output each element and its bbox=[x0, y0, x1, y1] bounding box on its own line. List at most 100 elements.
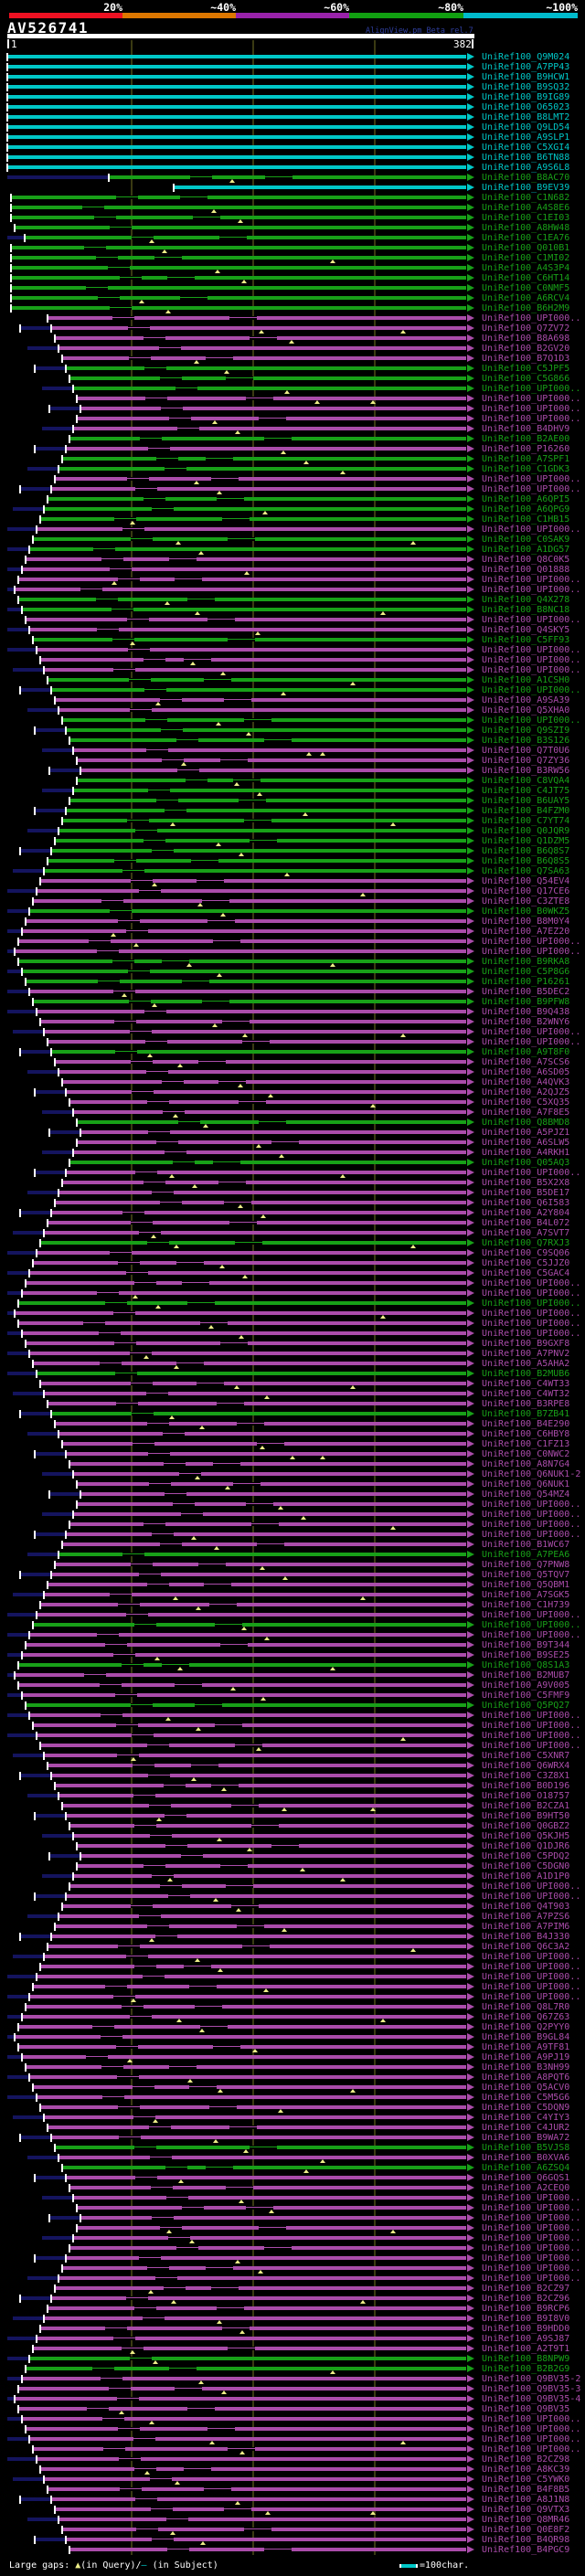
alignment-bar[interactable] bbox=[33, 1623, 466, 1627]
hit-label[interactable]: UniRef100_C0NMF5 bbox=[482, 283, 569, 293]
alignment-bar[interactable] bbox=[44, 1392, 466, 1395]
alignment-bar[interactable] bbox=[55, 1784, 466, 1787]
hit-label[interactable]: UniRef100_C1EA76 bbox=[482, 233, 569, 243]
hit-label[interactable]: UniRef100_A7SVT7 bbox=[482, 1228, 569, 1238]
hit-label[interactable]: UniRef100_B5DE17 bbox=[482, 1188, 569, 1198]
alignment-bar[interactable] bbox=[22, 608, 466, 611]
alignment-bar[interactable] bbox=[18, 2387, 466, 2390]
hit-label[interactable]: UniRef100_Q6GQS1 bbox=[482, 2173, 569, 2183]
alignment-bar[interactable] bbox=[37, 1010, 466, 1013]
alignment-bar[interactable] bbox=[73, 1150, 466, 1154]
hit-label[interactable]: UniRef100_B0WKZ5 bbox=[482, 906, 569, 917]
alignment-bar[interactable] bbox=[48, 678, 466, 682]
hit-label[interactable]: UniRef100_Q4T903 bbox=[482, 1902, 569, 1912]
hit-label[interactable]: UniRef100_A1DG57 bbox=[482, 545, 569, 555]
hit-label[interactable]: UniRef100_UPI000.. bbox=[482, 1027, 580, 1037]
hit-label[interactable]: UniRef100_C4JT75 bbox=[482, 786, 569, 796]
hit-label[interactable]: UniRef100_C5GAC4 bbox=[482, 1268, 569, 1278]
alignment-bar[interactable] bbox=[15, 2035, 466, 2039]
hit-label[interactable]: UniRef100_B2CZ98 bbox=[482, 2454, 569, 2465]
alignment-bar[interactable] bbox=[48, 1221, 466, 1224]
hit-label[interactable]: UniRef100_O65023 bbox=[482, 102, 569, 112]
alignment-bar[interactable] bbox=[37, 1975, 466, 1978]
alignment-bar[interactable] bbox=[37, 1613, 466, 1617]
hit-label[interactable]: UniRef100_A2T9T1 bbox=[482, 2344, 569, 2354]
hit-label[interactable]: UniRef100_B3RW56 bbox=[482, 766, 569, 776]
alignment-bar[interactable] bbox=[11, 246, 466, 249]
hit-label[interactable]: UniRef100_UPI000.. bbox=[482, 1037, 580, 1047]
alignment-bar[interactable] bbox=[80, 407, 466, 410]
alignment-bar[interactable] bbox=[33, 2085, 466, 2089]
hit-label[interactable]: UniRef100_B4FZM0 bbox=[482, 806, 569, 816]
hit-label[interactable]: UniRef100_Q6I583 bbox=[482, 1198, 569, 1208]
alignment-bar[interactable] bbox=[58, 467, 466, 471]
hit-label[interactable]: UniRef100_B9GXF8 bbox=[482, 1339, 569, 1349]
hit-label[interactable]: UniRef100_A6QPI5 bbox=[482, 494, 569, 504]
hit-label[interactable]: UniRef100_UPI000.. bbox=[482, 937, 580, 947]
hit-label[interactable]: UniRef100_A9T8F0 bbox=[482, 1047, 569, 1057]
alignment-bar[interactable] bbox=[51, 688, 466, 692]
alignment-bar[interactable] bbox=[80, 1130, 466, 1134]
alignment-bar[interactable] bbox=[44, 1231, 466, 1235]
alignment-bar[interactable] bbox=[48, 2306, 466, 2310]
alignment-bar[interactable] bbox=[69, 799, 466, 802]
alignment-bar[interactable] bbox=[22, 929, 466, 933]
alignment-bar[interactable] bbox=[7, 125, 466, 129]
hit-label[interactable]: UniRef100_A1D1P0 bbox=[482, 1871, 569, 1882]
hit-label[interactable]: UniRef100_B2AE00 bbox=[482, 434, 569, 444]
alignment-bar[interactable] bbox=[44, 1754, 466, 1757]
alignment-bar[interactable] bbox=[26, 919, 466, 923]
hit-label[interactable]: UniRef100_Q5PQ27 bbox=[482, 1701, 569, 1711]
hit-label[interactable]: UniRef100_B8LMT2 bbox=[482, 112, 569, 122]
alignment-bar[interactable] bbox=[55, 2507, 466, 2511]
alignment-bar[interactable] bbox=[58, 2276, 466, 2280]
alignment-bar[interactable] bbox=[73, 1512, 466, 1516]
hit-label[interactable]: UniRef100_B9HCW1 bbox=[482, 72, 569, 82]
hit-label[interactable]: UniRef100_B9IG89 bbox=[482, 92, 569, 102]
hit-label[interactable]: UniRef100_UPI000.. bbox=[482, 313, 580, 323]
alignment-bar[interactable] bbox=[48, 497, 466, 501]
alignment-bar[interactable] bbox=[69, 376, 466, 380]
alignment-bar[interactable] bbox=[29, 1995, 466, 1998]
hit-label[interactable]: UniRef100_B4L072 bbox=[482, 1218, 569, 1228]
alignment-bar[interactable] bbox=[73, 1874, 466, 1878]
alignment-bar[interactable] bbox=[62, 1181, 466, 1184]
hit-label[interactable]: UniRef100_B7Q1D3 bbox=[482, 354, 569, 364]
hit-label[interactable]: UniRef100_Q4SKY5 bbox=[482, 625, 569, 635]
hit-label[interactable]: UniRef100_Q9M024 bbox=[482, 52, 569, 62]
alignment-bar[interactable] bbox=[48, 1764, 466, 1767]
hit-label[interactable]: UniRef100_Q8C0K5 bbox=[482, 555, 569, 565]
hit-label[interactable]: UniRef100_C3Z8X1 bbox=[482, 1771, 569, 1781]
hit-label[interactable]: UniRef100_B6UAY5 bbox=[482, 796, 569, 806]
hit-label[interactable]: UniRef100_UPI000.. bbox=[482, 1309, 580, 1319]
alignment-bar[interactable] bbox=[33, 1723, 466, 1727]
alignment-bar[interactable] bbox=[66, 1814, 466, 1818]
alignment-bar[interactable] bbox=[58, 1070, 466, 1074]
hit-label[interactable]: UniRef100_UPI000.. bbox=[482, 2263, 580, 2274]
hit-label[interactable]: UniRef100_A4RKH1 bbox=[482, 1148, 569, 1158]
alignment-bar[interactable] bbox=[26, 980, 466, 983]
alignment-bar[interactable] bbox=[77, 779, 466, 782]
alignment-bar[interactable] bbox=[11, 276, 466, 280]
hit-label[interactable]: UniRef100_UPI000.. bbox=[482, 1882, 580, 1892]
alignment-bar[interactable] bbox=[58, 1432, 466, 1436]
alignment-bar[interactable] bbox=[37, 889, 466, 893]
hit-label[interactable]: UniRef100_UPI000.. bbox=[482, 1500, 580, 1510]
alignment-bar[interactable] bbox=[11, 296, 466, 300]
hit-label[interactable]: UniRef100_Q8L7R0 bbox=[482, 2002, 569, 2012]
hit-label[interactable]: UniRef100_Q8S1A3 bbox=[482, 1660, 569, 1670]
hit-label[interactable]: UniRef100_UPI000.. bbox=[482, 2193, 580, 2203]
hit-label[interactable]: UniRef100_C3ZTE8 bbox=[482, 896, 569, 906]
hit-label[interactable]: UniRef100_UPI000.. bbox=[482, 1892, 580, 1902]
alignment-bar[interactable] bbox=[11, 306, 466, 310]
alignment-bar[interactable] bbox=[73, 1834, 466, 1838]
hit-label[interactable]: UniRef100_UPI000.. bbox=[482, 2203, 580, 2213]
hit-label[interactable]: UniRef100_P16261 bbox=[482, 977, 569, 987]
alignment-bar[interactable] bbox=[33, 1362, 466, 1365]
hit-label[interactable]: UniRef100_A2CEQ0 bbox=[482, 2183, 569, 2193]
hit-label[interactable]: UniRef100_Q0GBZ2 bbox=[482, 1821, 569, 1831]
hit-label[interactable]: UniRef100_Q7PNW8 bbox=[482, 1560, 569, 1570]
alignment-bar[interactable] bbox=[44, 1593, 466, 1596]
hit-label[interactable]: UniRef100_UPI000.. bbox=[482, 1510, 580, 1520]
hit-label[interactable]: UniRef100_B2CZ97 bbox=[482, 2284, 569, 2294]
